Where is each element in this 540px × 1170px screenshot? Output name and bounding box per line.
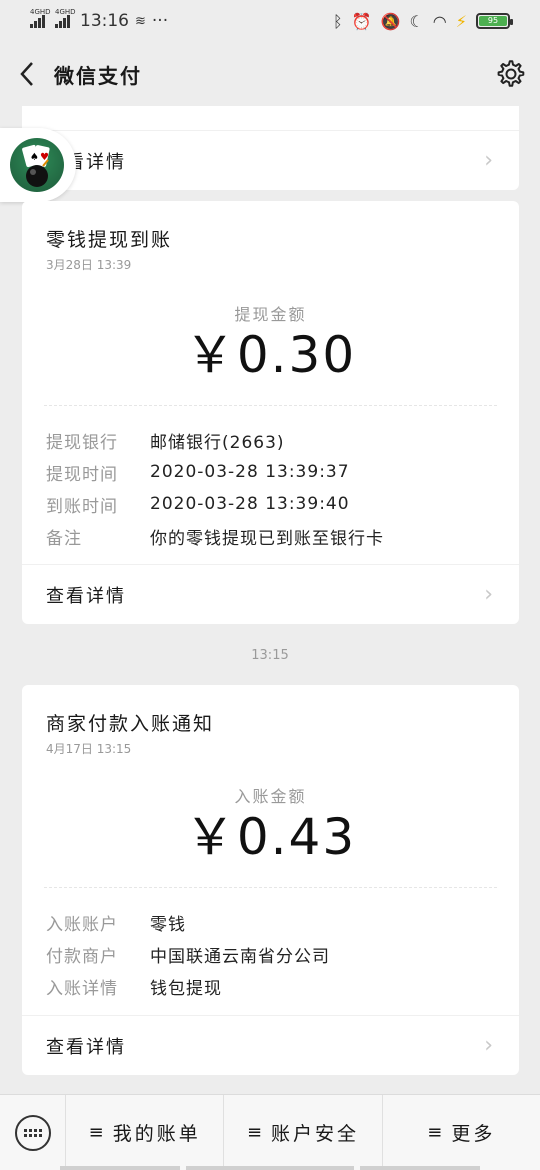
view-details-label: 查看详情 [46, 585, 126, 607]
menu-icon: ≡ [88, 1122, 107, 1143]
detail-row: 提现时间 2020-03-28 13:39:37 [46, 462, 350, 485]
storage-icon: ≋ [135, 13, 146, 29]
detail-row: 到账时间 2020-03-28 13:39:40 [46, 494, 350, 517]
gear-icon [497, 60, 525, 87]
view-details-button[interactable]: 查看详情 › [22, 130, 519, 190]
view-details-label: 查看详情 [46, 1036, 126, 1058]
page-title: 微信支付 [54, 63, 142, 88]
moon-icon: ☾ [409, 11, 424, 31]
clock-time: 13:16 [80, 11, 129, 31]
mute-icon: 🔕 [380, 11, 401, 31]
card-time: 4月17日 13:15 [46, 742, 132, 756]
chevron-right-icon: › [484, 148, 495, 173]
more-dots: ··· [151, 11, 169, 31]
keyboard-toggle-button[interactable] [0, 1094, 66, 1170]
floating-app-shortcut[interactable]: ♠ ♥ [0, 128, 76, 202]
bluetooth-icon: ᛒ [333, 11, 343, 31]
back-button[interactable] [0, 42, 54, 106]
card-title: 商家付款入账通知 [46, 713, 215, 735]
merchant-payment-card: 商家付款入账通知 4月17日 13:15 入账金额 ￥0.43 入账账户 零钱 付… [22, 685, 519, 1075]
detail-row: 备注 你的零钱提现已到账至银行卡 [46, 528, 384, 549]
menu-more[interactable]: ≡ 更多 [383, 1095, 540, 1170]
amount-value: ￥0.30 [184, 326, 357, 384]
charging-icon: ⚡ [455, 11, 467, 31]
detail-row: 提现银行 邮储银行(2663) [46, 432, 285, 453]
view-details-button[interactable]: 查看详情 › [22, 564, 519, 624]
withdrawal-notice-card: 零钱提现到账 3月28日 13:39 提现金额 ￥0.30 提现银行 邮储银行(2… [22, 201, 519, 624]
menu-icon: ≡ [246, 1122, 266, 1143]
chevron-right-icon: › [484, 582, 495, 607]
detail-row: 付款商户 中国联通云南省分公司 [46, 946, 330, 967]
nav-indicator [60, 1166, 180, 1170]
chevron-right-icon: › [484, 1033, 495, 1058]
detail-row: 入账账户 零钱 [46, 914, 186, 935]
chevron-left-icon [20, 62, 33, 86]
nav-indicator [360, 1166, 480, 1170]
card-title: 零钱提现到账 [46, 229, 173, 251]
status-bar: 4GHD 4GHD 13:16 ≋ ··· ᛒ ⏰ 🔕 ☾ ◠ ⚡ 95 [0, 0, 540, 42]
signal-icon: 4GHD [55, 8, 76, 28]
nav-bar: 微信支付 [0, 42, 540, 106]
detail-row: 入账详情 钱包提现 [46, 978, 222, 999]
svg-text:♠: ♠ [30, 152, 39, 163]
bottom-menu-bar: ≡ 我的账单 ≡ 账户安全 ≡ 更多 [0, 1094, 540, 1170]
message-timestamp: 13:15 [251, 648, 289, 663]
keyboard-icon [14, 1114, 51, 1151]
signal-icon: 4GHD [30, 8, 51, 28]
view-details-button[interactable]: 查看详情 › [22, 1015, 519, 1075]
card-time: 3月28日 13:39 [46, 258, 132, 272]
wifi-icon: ◠ [432, 11, 447, 31]
divider [44, 405, 497, 406]
partial-card: 查看详情 › [22, 106, 519, 190]
amount-label: 入账金额 [234, 787, 307, 806]
alarm-icon: ⏰ [351, 11, 372, 31]
menu-icon: ≡ [427, 1122, 446, 1143]
nav-indicator [186, 1166, 354, 1170]
menu-my-bills[interactable]: ≡ 我的账单 [66, 1094, 225, 1170]
amount-label: 提现金额 [234, 305, 307, 324]
card-game-icon: ♠ ♥ [10, 138, 64, 192]
menu-account-security[interactable]: ≡ 账户安全 [224, 1094, 383, 1170]
battery-icon: 95 [476, 13, 513, 29]
amount-value: ￥0.43 [184, 808, 357, 866]
divider [44, 887, 497, 888]
settings-button[interactable] [482, 42, 540, 106]
